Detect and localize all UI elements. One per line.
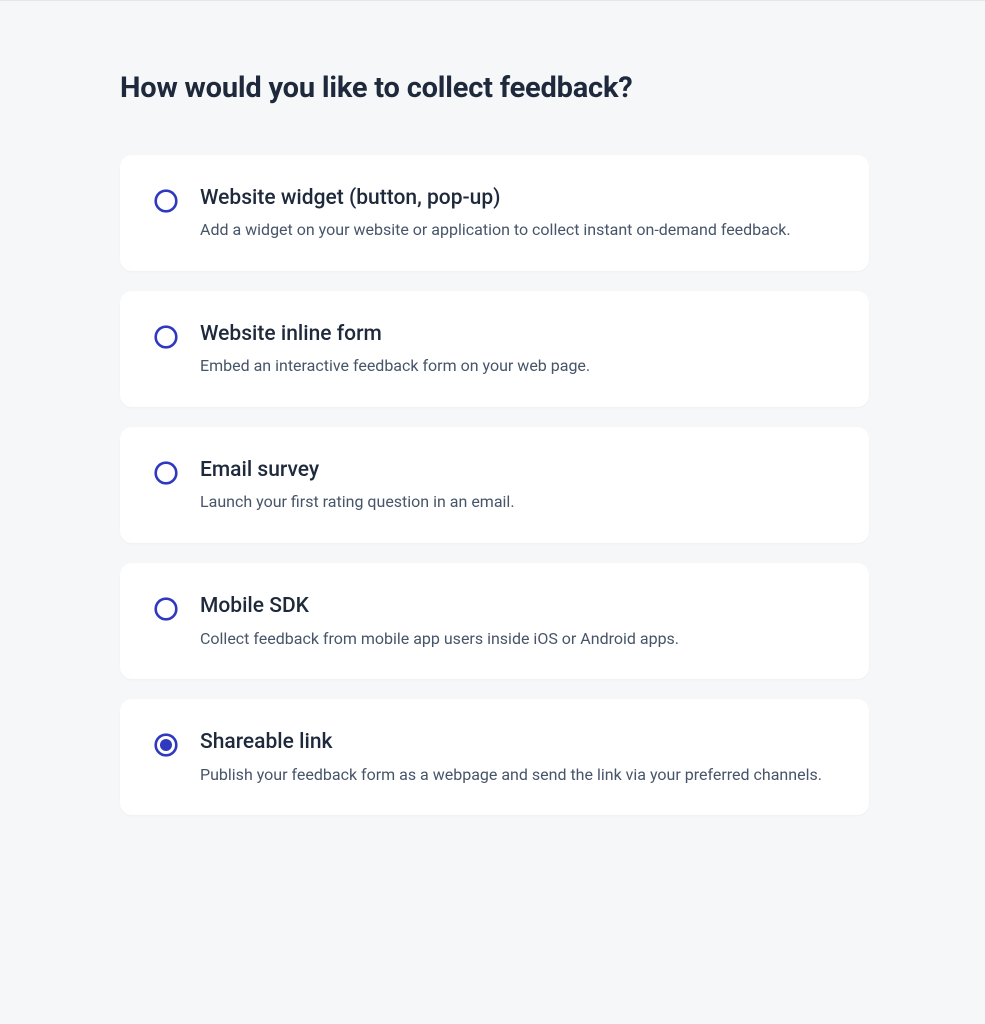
option-email-survey[interactable]: Email survey Launch your first rating qu… <box>120 427 869 543</box>
feedback-collection-form: How would you like to collect feedback? … <box>0 1 985 815</box>
option-website-inline-form[interactable]: Website inline form Embed an interactive… <box>120 291 869 407</box>
option-mobile-sdk[interactable]: Mobile SDK Collect feedback from mobile … <box>120 563 869 679</box>
option-description: Add a widget on your website or applicat… <box>200 218 835 243</box>
option-description: Collect feedback from mobile app users i… <box>200 627 835 652</box>
option-description: Publish your feedback form as a webpage … <box>200 763 835 788</box>
option-shareable-link[interactable]: Shareable link Publish your feedback for… <box>120 699 869 815</box>
option-title: Mobile SDK <box>200 593 835 620</box>
option-title: Shareable link <box>200 729 835 756</box>
option-description: Launch your first rating question in an … <box>200 490 835 515</box>
option-title: Email survey <box>200 457 835 484</box>
radio-icon[interactable] <box>154 597 178 621</box>
page-title: How would you like to collect feedback? <box>120 71 869 105</box>
radio-icon[interactable] <box>154 189 178 213</box>
radio-icon[interactable] <box>154 325 178 349</box>
option-website-widget[interactable]: Website widget (button, pop-up) Add a wi… <box>120 155 869 271</box>
option-title: Website inline form <box>200 321 835 348</box>
radio-selected-icon[interactable] <box>154 733 178 757</box>
option-description: Embed an interactive feedback form on yo… <box>200 354 835 379</box>
radio-icon[interactable] <box>154 461 178 485</box>
option-list: Website widget (button, pop-up) Add a wi… <box>120 155 869 815</box>
option-title: Website widget (button, pop-up) <box>200 185 835 212</box>
